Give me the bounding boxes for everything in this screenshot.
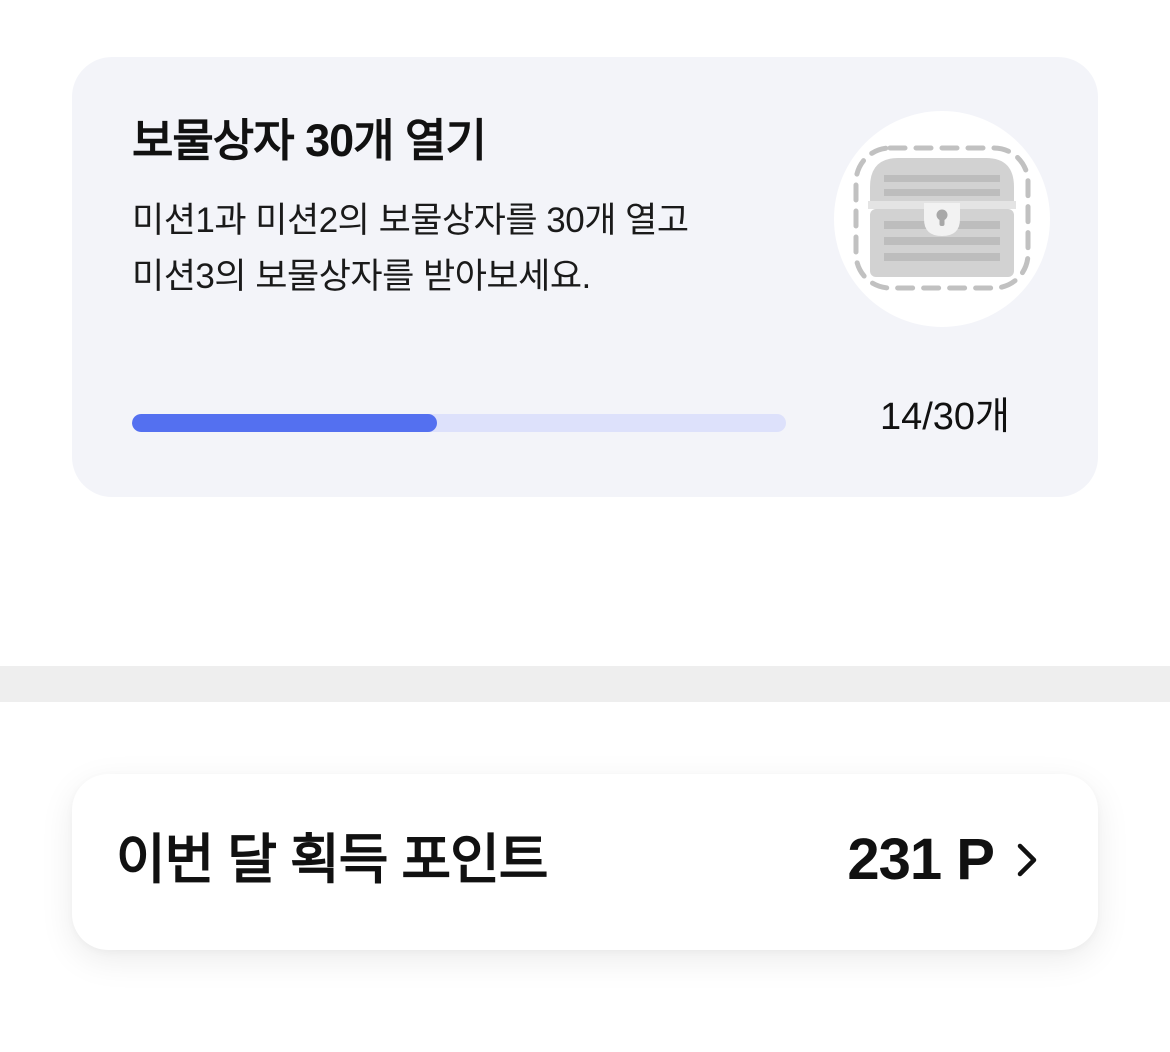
mission-description: 미션1과 미션2의 보물상자를 30개 열고 미션3의 보물상자를 받아보세요. [132,193,812,305]
section-divider [0,666,1170,702]
mission-description-line: 미션1과 미션2의 보물상자를 30개 열고 [132,201,689,240]
monthly-points-label: 이번 달 획득 포인트 [116,830,548,890]
monthly-points-value: 231 P [847,827,995,892]
chevron-right-icon [1017,843,1037,877]
mission-card: 보물상자 30개 열기 미션1과 미션2의 보물상자를 30개 열고 미션3의 … [72,57,1098,497]
locked-treasure-chest-icon [853,145,1031,291]
mission-progress-count: 14/30개 [879,396,1010,438]
monthly-points-card[interactable]: 이번 달 획득 포인트 231 P [72,774,1098,950]
mission-progress-fill [132,414,438,432]
mission-description-line: 미션3의 보물상자를 받아보세요. [132,257,591,296]
mission-title: 보물상자 30개 열기 [132,115,487,166]
treasure-chest-badge [834,111,1050,327]
monthly-points-value-group: 231 P [847,826,1040,894]
mission-progress-bar [132,414,786,432]
